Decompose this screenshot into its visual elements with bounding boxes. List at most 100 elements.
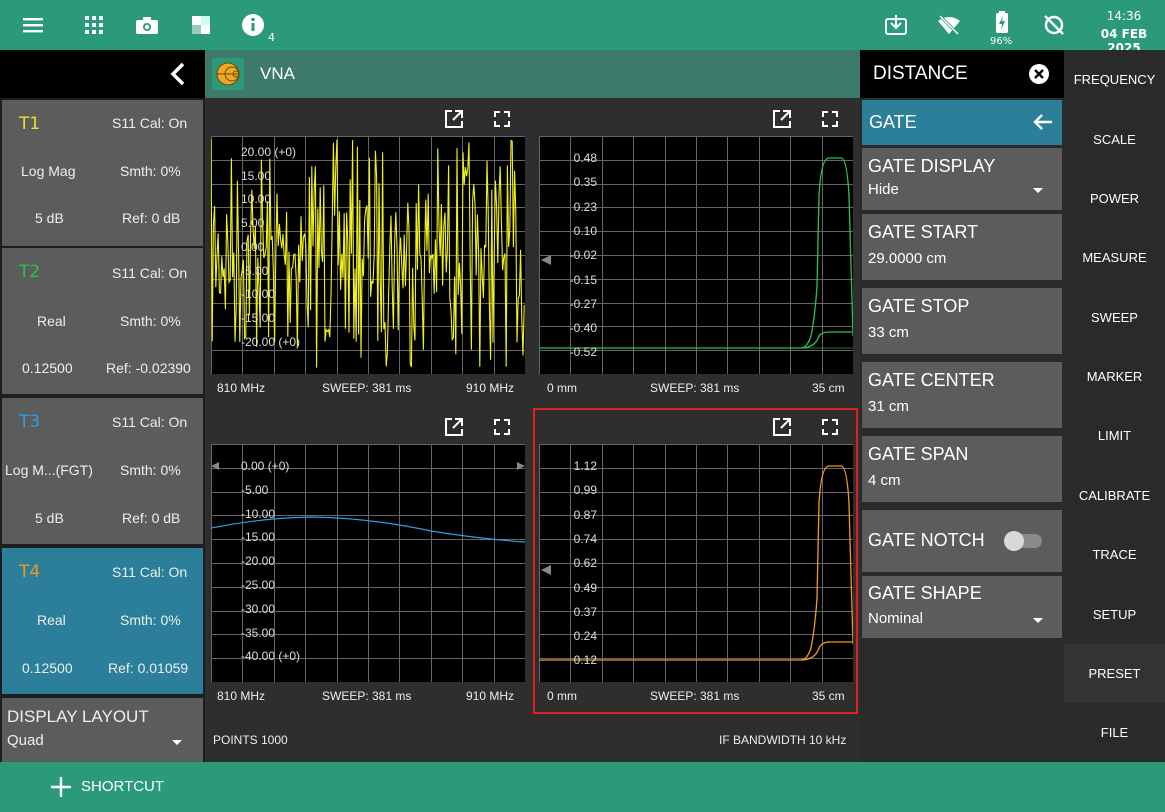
gate-stop-field[interactable]: GATE STOP 33 cm	[862, 288, 1062, 354]
sweep-time: SWEEP: 381 ms	[650, 689, 740, 703]
y-axis-label: 0.23	[573, 199, 597, 214]
trace-name: T3	[19, 412, 41, 432]
gate-start-label: GATE START	[868, 222, 979, 242]
menu-file[interactable]: FILE	[1064, 703, 1165, 762]
submenu-title: GATE	[869, 112, 917, 132]
gate-display-select[interactable]: GATE DISPLAY Hide	[862, 148, 1062, 210]
sync-disabled-icon[interactable]	[1039, 10, 1069, 40]
gate-shape-select[interactable]: GATE SHAPE Nominal	[862, 576, 1062, 638]
distance-menu-header: DISTANCE	[860, 50, 1064, 98]
y-axis-label: -25.00	[241, 578, 276, 592]
y-axis-label: 0.37	[573, 604, 597, 619]
trace-card-t1[interactable]: T1 S11 Cal: On Log Mag Smth: 0% 5 dB Ref…	[2, 100, 203, 246]
menu-calibrate[interactable]: CALIBRATE	[1064, 466, 1165, 525]
y-axis-label: -0.15	[569, 272, 597, 287]
display-icon[interactable]	[186, 10, 216, 40]
trace-card-t4[interactable]: T4 S11 Cal: On Real Smth: 0% 0.12500 Ref…	[2, 548, 203, 694]
trace-smoothing: Smth: 0%	[120, 612, 181, 628]
start-frequency: 810 MHz	[217, 381, 266, 395]
trace-cal: S11 Cal: On	[112, 564, 188, 580]
display-layout-label: DISPLAY LAYOUT	[7, 707, 149, 726]
trace-cal: S11 Cal: On	[112, 265, 188, 281]
trace-ref: Ref: 0 dB	[122, 510, 181, 526]
menu-marker[interactable]: MARKER	[1064, 347, 1165, 406]
trace-ref: Ref: -0.02390	[106, 360, 191, 376]
fullscreen-icon[interactable]	[819, 416, 841, 438]
gate-display-value: Hide	[868, 181, 899, 198]
camera-icon[interactable]	[132, 10, 162, 40]
popout-icon[interactable]	[771, 416, 793, 438]
info-icon[interactable]	[238, 10, 268, 40]
y-axis-label: -10.00	[241, 287, 276, 302]
vna-app-icon[interactable]	[212, 58, 244, 90]
shortcut-button[interactable]: SHORTCUT	[81, 778, 164, 795]
menu-measure[interactable]: MEASURE	[1064, 228, 1165, 287]
gate-submenu-header[interactable]: GATE	[862, 100, 1062, 145]
gate-shape-value: Nominal	[868, 610, 924, 627]
status-bar: POINTS 1000 IF BANDWIDTH 10 kHz	[205, 715, 860, 762]
trace-t4-gate-line	[800, 641, 853, 661]
menu-limit[interactable]: LIMIT	[1064, 406, 1165, 465]
y-axis-label: -0.02	[569, 248, 597, 263]
gate-notch-label: GATE NOTCH	[868, 530, 985, 550]
display-layout-select[interactable]: DISPLAY LAYOUT Quad	[2, 698, 203, 762]
menu-icon[interactable]	[18, 10, 48, 40]
dropdown-arrow-icon	[1033, 618, 1043, 623]
collapse-chevron-icon[interactable]	[168, 62, 188, 90]
popout-icon[interactable]	[771, 108, 793, 130]
gate-start-field[interactable]: GATE START 29.0000 cm	[862, 214, 1062, 280]
gate-center-field[interactable]: GATE CENTER 31 cm	[862, 362, 1062, 428]
download-icon[interactable]	[881, 10, 911, 40]
y-axis-label: 1.12	[573, 459, 597, 473]
main-menu: FREQUENCY SCALE POWER MEASURE SWEEP MARK…	[1064, 50, 1165, 762]
popout-icon[interactable]	[443, 416, 465, 438]
chart-pane-t1[interactable]: 20.00 (+0) 15.00 10.00 5.00 0.00 -5.00 -10.00 -…	[205, 100, 530, 406]
y-axis-label: 15.00	[241, 168, 272, 183]
trace-scale: 0.12500	[22, 360, 73, 376]
chart-pane-t4[interactable]: 1.12 0.99 0.87 0.74 0.62 0.49 0.37 0.24 0.12 0 m…	[533, 408, 858, 714]
gate-notch-toggle[interactable]	[1004, 531, 1042, 551]
chart-pane-t2[interactable]: 0.48 0.35 0.23 0.10 -0.02 -0.15 -0.27 -0.40 -0.5…	[533, 100, 858, 406]
chart-pane-t3[interactable]: 0.00 (+0) -5.00 -10.00 -15.00 -20.00 -25.00 -3…	[205, 408, 530, 714]
menu-trace[interactable]: TRACE	[1064, 525, 1165, 584]
battery-percent: 96%	[990, 36, 1013, 47]
y-axis-label: 20.00 (+0)	[241, 145, 297, 159]
y-axis-label: 0.00 (+0)	[241, 459, 290, 473]
menu-sweep[interactable]: SWEEP	[1064, 288, 1165, 347]
apps-grid-icon[interactable]	[79, 10, 109, 40]
menu-preset[interactable]: PRESET	[1064, 644, 1165, 703]
trace-scale: 5 dB	[35, 210, 64, 226]
dropdown-arrow-icon	[172, 740, 182, 745]
y-axis-label: -30.00	[241, 601, 276, 616]
back-arrow-icon[interactable]	[1032, 112, 1054, 136]
gate-span-field[interactable]: GATE SPAN 4 cm	[862, 436, 1062, 502]
add-shortcut-icon[interactable]	[51, 777, 71, 801]
menu-frequency[interactable]: FREQUENCY	[1064, 50, 1165, 109]
close-icon[interactable]	[1028, 63, 1050, 89]
wifi-off-icon[interactable]	[934, 10, 964, 40]
display-layout-value: Quad	[7, 732, 44, 749]
trace-card-t2[interactable]: T2 S11 Cal: On Real Smth: 0% 0.12500 Ref…	[2, 248, 203, 394]
fullscreen-icon[interactable]	[491, 108, 513, 130]
app-title: VNA	[260, 64, 295, 83]
distance-menu: DISTANCE GATE GATE DISPLAY Hide GATE STA…	[860, 50, 1064, 762]
app-header: VNA	[205, 50, 860, 98]
gate-notch-toggle-row[interactable]: GATE NOTCH	[862, 510, 1062, 572]
menu-setup[interactable]: SETUP	[1064, 585, 1165, 644]
trace-format: Real	[37, 313, 66, 329]
trace-card-t3[interactable]: T3 S11 Cal: On Log M...(FGT) Smth: 0% 5 …	[2, 398, 203, 544]
trace-smoothing: Smth: 0%	[120, 462, 181, 478]
y-axis-label: -0.40	[569, 321, 597, 336]
menu-power[interactable]: POWER	[1064, 169, 1165, 228]
gate-shape-label: GATE SHAPE	[868, 583, 982, 603]
popout-icon[interactable]	[443, 108, 465, 130]
fullscreen-icon[interactable]	[819, 108, 841, 130]
menu-scale[interactable]: SCALE	[1064, 110, 1165, 169]
start-distance: 0 mm	[547, 689, 577, 703]
clock-time: 14:36	[1106, 9, 1142, 23]
trace-name: T4	[19, 562, 41, 582]
stop-distance: 35 cm	[812, 381, 845, 395]
fullscreen-icon[interactable]	[491, 416, 513, 438]
gate-stop-value: 33 cm	[868, 324, 909, 341]
trace-format: Log Mag	[21, 163, 76, 179]
